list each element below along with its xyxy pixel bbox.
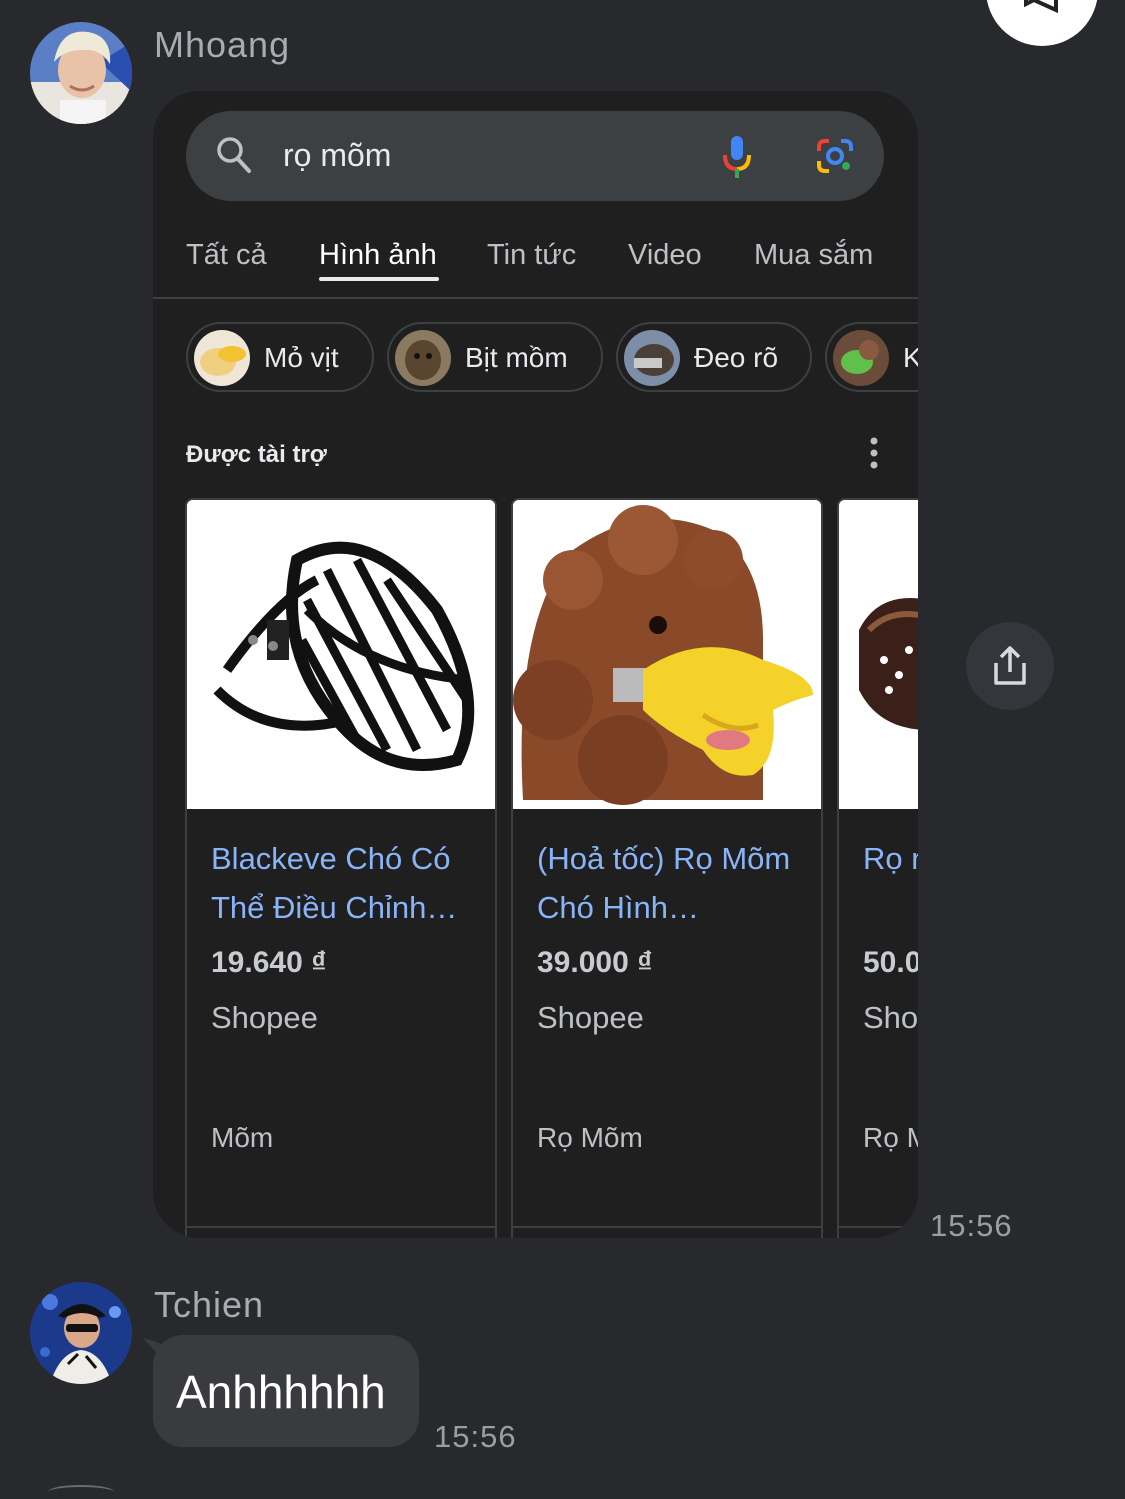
tab-video[interactable]: Video [628, 239, 702, 272]
product-title[interactable]: Blackeve Chó Có Thể Điều Chỉnh… [211, 834, 481, 932]
card-divider [513, 1226, 821, 1228]
share-icon [994, 646, 1026, 685]
product-card[interactable]: Rọ r đủ s 50.0 Sho Rọ M [837, 498, 918, 1238]
chip-wear[interactable]: Đeo rõ [616, 322, 812, 392]
search-bar[interactable]: rọ mõm [186, 111, 884, 201]
message-timestamp: 15:56 [434, 1419, 517, 1454]
chip-thumbnail [194, 330, 250, 386]
search-icon [217, 137, 251, 173]
next-avatar-partial [48, 1485, 114, 1499]
microphone-icon[interactable] [722, 135, 752, 179]
tab-images[interactable]: Hình ảnh [319, 239, 437, 272]
product-store: Shopee [537, 1000, 644, 1035]
product-image-duck-beak-dog [513, 500, 821, 809]
share-button[interactable] [966, 622, 1054, 710]
message-bubble[interactable]: Anhhhhhh [153, 1335, 419, 1447]
sponsored-label: Được tài trợ [186, 441, 327, 468]
tab-all[interactable]: Tất cả [186, 239, 267, 272]
chip-duck-beak[interactable]: Mỏ vịt [186, 322, 374, 392]
card-divider [187, 1226, 495, 1228]
search-input[interactable]: rọ mõm [283, 137, 391, 174]
tabs-divider [153, 297, 918, 299]
product-store: Sho [863, 1000, 918, 1035]
product-image-leather-muzzle [839, 500, 918, 809]
product-price: 39.000 ₫ [537, 946, 653, 979]
sender-name: Mhoang [154, 24, 291, 65]
product-tag: Rọ M [863, 1122, 918, 1153]
more-vertical-icon[interactable] [867, 436, 881, 470]
active-tab-indicator [319, 277, 439, 281]
chip-thumbnail [395, 330, 451, 386]
sender-name: Tchien [154, 1284, 265, 1325]
product-store: Shopee [211, 1000, 318, 1035]
product-title[interactable]: Rọ r đủ s [863, 834, 918, 883]
shared-screenshot[interactable]: rọ mõm Tất cả Hình ảnh Tin tức Video Mua… [153, 91, 918, 1238]
google-lens-icon[interactable] [815, 137, 855, 175]
megaphone-icon [1024, 0, 1058, 14]
search-tabs: Tất cả Hình ảnh Tin tức Video Mua sắm [153, 229, 918, 299]
chip-thumbnail [624, 330, 680, 386]
product-card[interactable]: (Hoả tốc) Rọ Mõm Chó Hình… 39.000 ₫ Shop… [511, 498, 823, 1238]
top-action-button[interactable] [986, 0, 1098, 46]
chip-partial[interactable]: K [825, 322, 918, 392]
chip-muzzle-mouth[interactable]: Bịt mồm [387, 322, 603, 392]
product-price: 50.0 [863, 946, 918, 979]
product-tag: Rọ Mõm [537, 1122, 643, 1153]
avatar-mhoang[interactable] [30, 22, 132, 124]
product-price: 19.640 ₫ [211, 946, 327, 979]
chip-label: Bịt mồm [465, 342, 568, 373]
product-image-basket-muzzle [187, 500, 495, 809]
tab-news[interactable]: Tin tức [487, 239, 576, 272]
product-title[interactable]: (Hoả tốc) Rọ Mõm Chó Hình… [537, 834, 807, 932]
chip-thumbnail [833, 330, 889, 386]
product-card[interactable]: Blackeve Chó Có Thể Điều Chỉnh… 19.640 ₫… [185, 498, 497, 1238]
message-timestamp: 15:56 [930, 1208, 1013, 1243]
chip-label: K [903, 342, 918, 373]
chip-label: Đeo rõ [694, 342, 779, 373]
chip-label: Mỏ vịt [264, 342, 339, 373]
tab-shopping[interactable]: Mua sắm [754, 239, 873, 272]
product-tag: Mõm [211, 1122, 274, 1153]
avatar-tchien[interactable] [30, 1282, 132, 1384]
message-text: Anhhhhhh [176, 1366, 386, 1418]
card-divider [839, 1226, 918, 1228]
